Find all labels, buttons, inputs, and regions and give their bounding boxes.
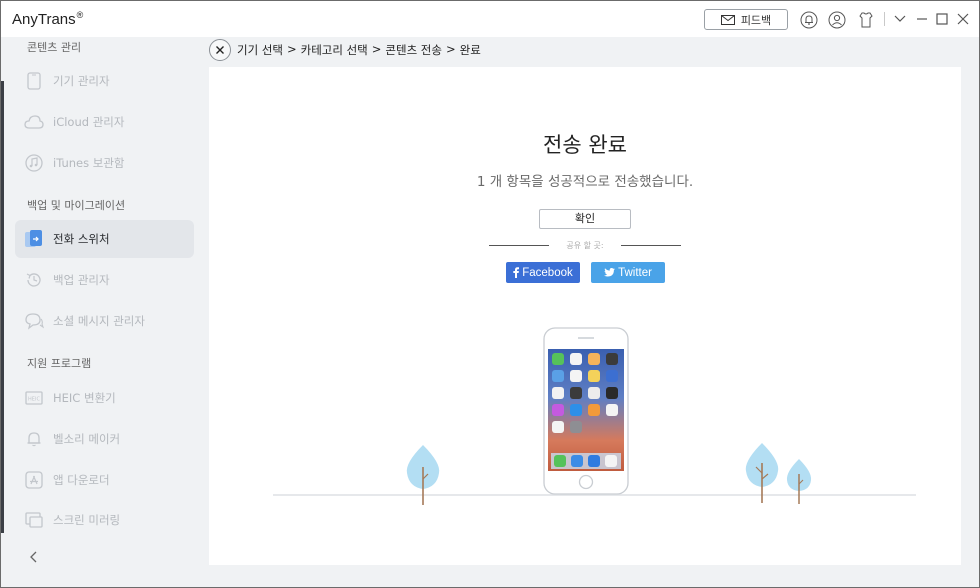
sidebar-item-heic-converter[interactable]: HEIC HEIC 변환기: [15, 379, 194, 417]
chat-icon: [24, 311, 44, 331]
sidebar-item-social-message-manager[interactable]: 소셜 메시지 관리자: [15, 302, 194, 340]
breadcrumb: 기기 선택 > 카테고리 선택 > 콘텐츠 전송 > 완료: [237, 42, 481, 58]
dropdown-chevron-icon[interactable]: [892, 11, 908, 27]
screen-mirror-icon: [24, 510, 44, 530]
tree-illustration-left: [406, 445, 440, 505]
phone-icon: [24, 71, 44, 91]
facebook-label: Facebook: [522, 266, 573, 279]
close-icon: [216, 46, 224, 54]
sidebar-item-ringtone-maker[interactable]: 벨소리 메이커: [15, 420, 194, 458]
app-title: AnyTrans®: [12, 10, 83, 28]
breadcrumb-item[interactable]: 카테고리 선택: [301, 42, 368, 58]
collapse-sidebar-chevron-icon[interactable]: [27, 549, 41, 563]
sidebar: 콘텐츠 관리 기기 관리자 iCloud 관리자 iTunes 보관함 백업 및…: [1, 37, 206, 587]
sidebar-item-icloud-manager[interactable]: iCloud 관리자: [15, 103, 194, 141]
breadcrumb-item[interactable]: 기기 선택: [237, 42, 283, 58]
sidebar-item-label: 벨소리 메이커: [53, 432, 121, 446]
facebook-icon: [513, 267, 520, 278]
sidebar-item-label: 기기 관리자: [53, 74, 110, 88]
sidebar-item-label: iCloud 관리자: [53, 115, 125, 129]
transfer-complete-title: 전송 완료: [543, 133, 627, 157]
tree-illustration-right-small: [786, 459, 812, 504]
app-window: AnyTrans® 피드백 콘텐츠 관리 기기 관리자 iCloud 관리자 i…: [0, 0, 980, 588]
skin-icon[interactable]: [856, 10, 876, 30]
breadcrumb-item-current: 완료: [459, 43, 481, 57]
title-bar: AnyTrans® 피드백: [1, 1, 979, 37]
sidebar-item-label: 백업 관리자: [53, 273, 110, 287]
sidebar-item-itunes-library[interactable]: iTunes 보관함: [15, 144, 194, 182]
sidebar-item-label: 앱 다운로더: [53, 473, 110, 487]
heic-icon: HEIC: [24, 388, 44, 408]
phone-switch-icon: [24, 229, 44, 249]
ok-button[interactable]: 확인: [539, 209, 631, 229]
close-window-icon[interactable]: [955, 11, 971, 27]
breadcrumb-separator: >: [445, 42, 456, 56]
tree-illustration-right-large: [745, 443, 779, 503]
app-store-icon: [24, 470, 44, 490]
sidebar-item-label: 전화 스위처: [53, 232, 110, 246]
sidebar-item-label: iTunes 보관함: [53, 156, 125, 170]
bell-icon[interactable]: [799, 10, 819, 30]
twitter-label: Twitter: [618, 266, 652, 279]
account-icon[interactable]: [827, 10, 847, 30]
sidebar-item-label: 스크린 미러링: [53, 513, 121, 527]
share-label: 공유 할 곳:: [566, 241, 604, 250]
title-bar-divider: [884, 12, 885, 26]
sidebar-item-backup-manager[interactable]: 백업 관리자: [15, 261, 194, 299]
sidebar-item-app-downloader[interactable]: 앱 다운로더: [15, 461, 194, 499]
sidebar-item-device-manager[interactable]: 기기 관리자: [15, 62, 194, 100]
sidebar-item-screen-mirroring[interactable]: 스크린 미러링: [15, 501, 194, 539]
trademark-symbol: ®: [76, 10, 84, 20]
share-divider-right: [621, 245, 681, 246]
svg-text:HEIC: HEIC: [28, 397, 40, 403]
sidebar-section-support: 지원 프로그램: [27, 357, 92, 370]
facebook-share-button[interactable]: Facebook: [506, 262, 580, 283]
mail-icon: [720, 14, 735, 25]
breadcrumb-item[interactable]: 콘텐츠 전송: [385, 42, 442, 58]
sidebar-accent-bar: [1, 81, 4, 533]
maximize-icon[interactable]: [934, 11, 950, 27]
iphone-illustration: [543, 327, 629, 495]
bell-outline-icon: [24, 429, 44, 449]
feedback-button[interactable]: 피드백: [704, 9, 788, 30]
twitter-share-button[interactable]: Twitter: [591, 262, 665, 283]
feedback-label: 피드백: [740, 13, 772, 27]
twitter-icon: [604, 268, 616, 277]
close-flow-button[interactable]: [209, 39, 231, 61]
share-divider-left: [489, 245, 549, 246]
breadcrumb-separator: >: [286, 42, 297, 56]
cloud-icon: [24, 112, 44, 132]
sidebar-section-content: 콘텐츠 관리: [27, 41, 82, 54]
sidebar-section-backup: 백업 및 마이그레이션: [27, 199, 126, 212]
history-icon: [24, 270, 44, 290]
minimize-icon[interactable]: [914, 11, 930, 27]
sidebar-item-label: 소셜 메시지 관리자: [53, 314, 145, 328]
transfer-complete-subtitle: 1 개 항목을 성공적으로 전송했습니다.: [476, 174, 694, 190]
breadcrumb-separator: >: [371, 42, 382, 56]
main-panel: 전송 완료 1 개 항목을 성공적으로 전송했습니다. 확인 공유 할 곳: F…: [209, 67, 961, 565]
app-title-text: AnyTrans: [12, 11, 76, 28]
music-icon: [24, 153, 44, 173]
sidebar-item-label: HEIC 변환기: [53, 391, 116, 405]
sidebar-item-phone-switcher[interactable]: 전화 스위처: [15, 220, 194, 258]
